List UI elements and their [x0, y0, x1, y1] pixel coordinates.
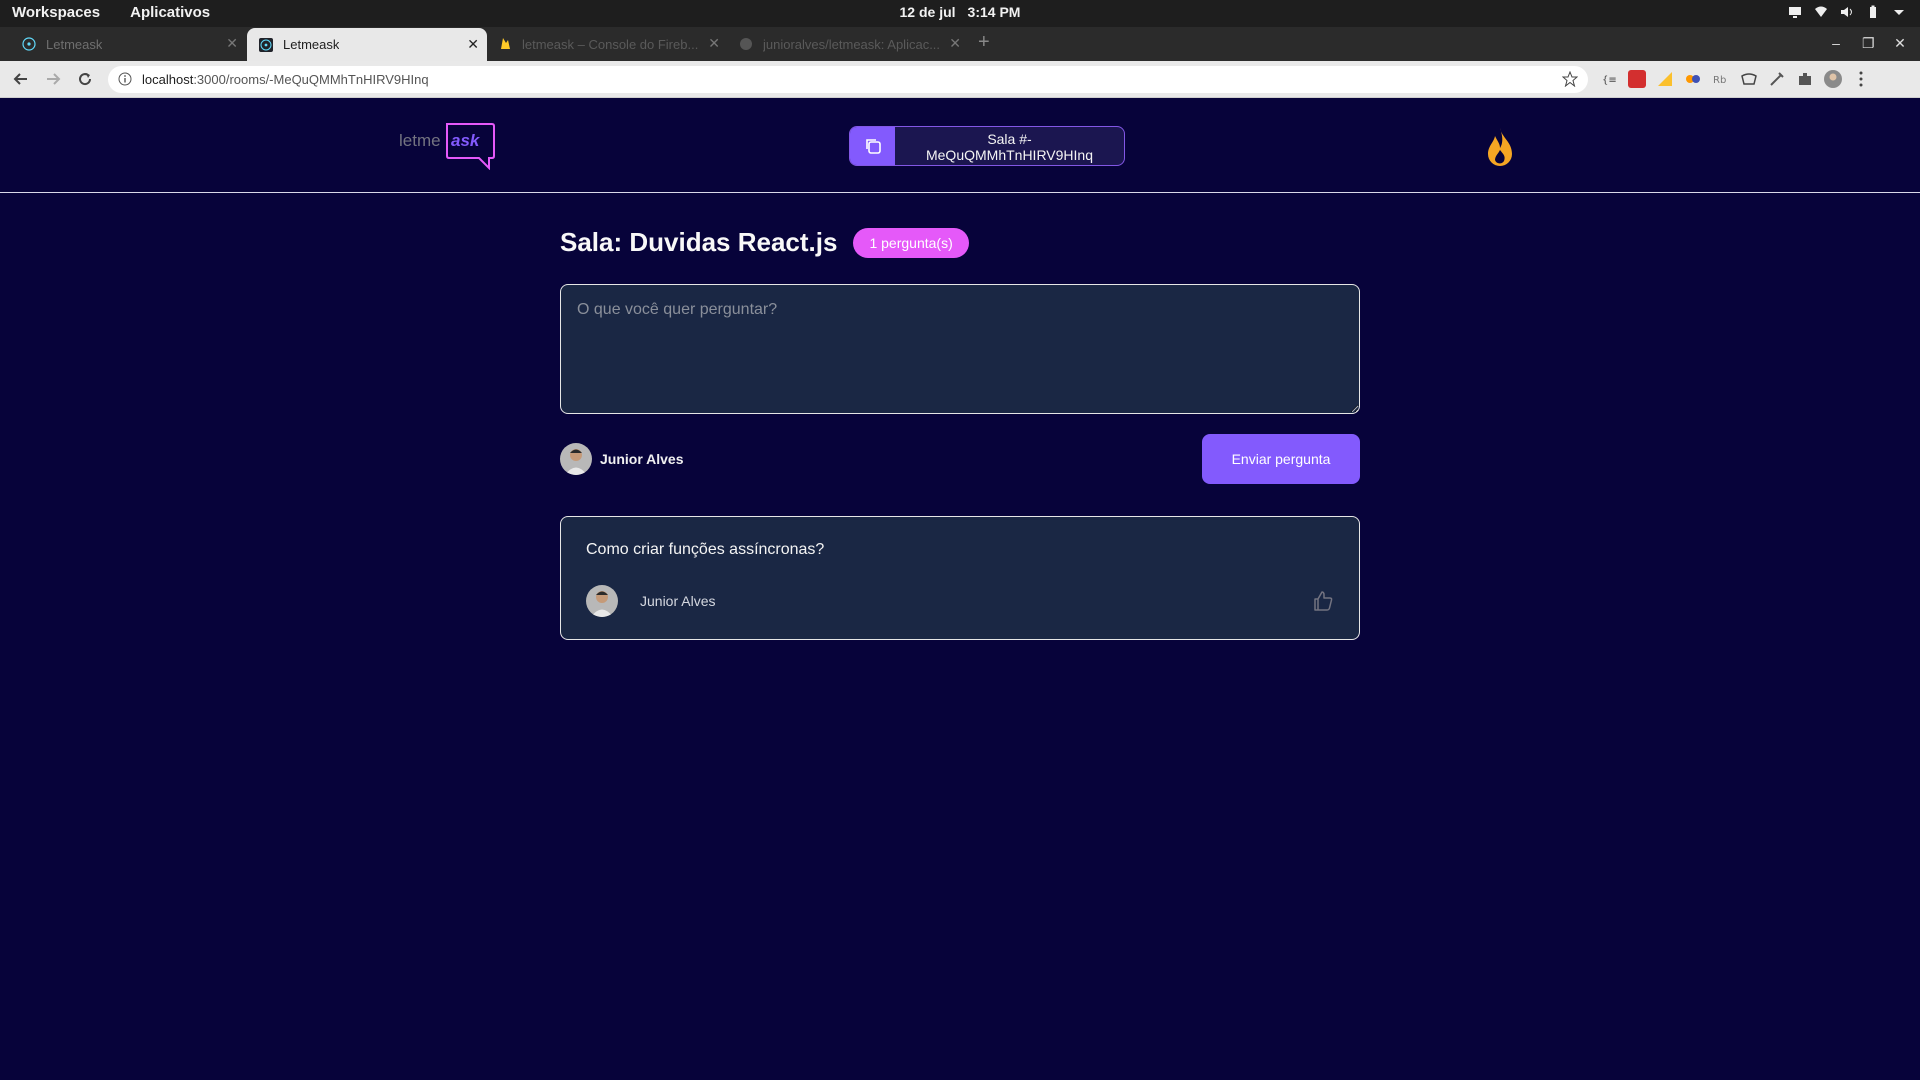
tab-title: Letmeask — [283, 37, 340, 52]
user-name: Junior Alves — [600, 451, 684, 467]
clock-time: 3:14 PM — [967, 4, 1021, 20]
browser-tab-strip: Letmeask ✕ Letmeask ✕ letmeask – Console… — [0, 27, 1920, 61]
forward-icon[interactable] — [44, 70, 62, 88]
room-code-text: Sala #- MeQuQMMhTnHIRV9HInq — [895, 127, 1124, 165]
react-icon — [22, 37, 36, 51]
logo-text-plain: letme — [399, 131, 441, 150]
browser-tab-active[interactable]: Letmeask ✕ — [247, 28, 487, 61]
address-bar[interactable]: localhost:3000/rooms/-MeQuQMMhTnHIRV9HIn… — [108, 66, 1588, 93]
room-code-line2: MeQuQMMhTnHIRV9HInq — [925, 147, 1093, 163]
user-info: Junior Alves — [560, 443, 684, 475]
new-tab-icon[interactable]: + — [978, 31, 990, 54]
url-text[interactable]: localhost:3000/rooms/-MeQuQMMhTnHIRV9HIn… — [142, 72, 429, 87]
browser-toolbar: localhost:3000/rooms/-MeQuQMMhTnHIRV9HIn… — [0, 61, 1920, 98]
extension-icon[interactable] — [1740, 70, 1758, 88]
github-icon — [740, 38, 752, 50]
page-title: Sala: Duvidas React.js — [560, 227, 838, 257]
system-top-bar: Workspaces Aplicativos 12 de jul 3:14 PM — [0, 0, 1920, 27]
screen-icon[interactable] — [1788, 5, 1802, 19]
question-form-footer: Junior Alves Enviar pergunta — [560, 434, 1360, 484]
kebab-menu-icon[interactable] — [1852, 70, 1870, 88]
firebase-icon — [501, 38, 510, 49]
close-icon[interactable]: ✕ — [949, 36, 961, 50]
avatar — [586, 585, 618, 617]
chevron-down-icon[interactable] — [1892, 5, 1906, 19]
volume-icon[interactable] — [1840, 5, 1854, 19]
bookmark-star-icon[interactable] — [1562, 71, 1578, 87]
letmeask-logo: letme ask — [399, 123, 495, 170]
clock[interactable]: 12 de jul 3:14 PM — [0, 4, 1920, 20]
svg-text:{≡}: {≡} — [1602, 75, 1618, 86]
tab-title: junioralves/letmeask: Aplicac... — [763, 36, 941, 52]
question-input[interactable] — [560, 284, 1360, 414]
thumbs-up-icon[interactable] — [1311, 589, 1335, 613]
clock-date: 12 de jul — [899, 4, 956, 20]
browser-tab[interactable]: junioralves/letmeask: Aplicac... ✕ — [729, 27, 969, 61]
extension-icon[interactable] — [1768, 70, 1786, 88]
window-close-icon[interactable]: ✕ — [1894, 35, 1906, 52]
send-question-button[interactable]: Enviar pergunta — [1202, 434, 1360, 484]
room-code-button[interactable]: Sala #- MeQuQMMhTnHIRV9HInq — [849, 126, 1125, 166]
question-count-badge: 1 pergunta(s) — [853, 227, 969, 258]
copy-icon[interactable] — [850, 127, 895, 165]
minimize-icon[interactable]: – — [1830, 35, 1842, 52]
extension-icon[interactable] — [1628, 70, 1646, 88]
url-path: :3000/rooms/-MeQuQMMhTnHIRV9HInq — [193, 72, 429, 87]
close-icon[interactable]: ✕ — [467, 37, 479, 51]
profile-avatar-icon[interactable] — [1824, 70, 1842, 88]
logo-text-accent: ask — [451, 131, 481, 150]
close-icon[interactable]: ✕ — [226, 36, 238, 50]
puzzle-icon[interactable] — [1796, 70, 1814, 88]
room-code-line1: Sala #- — [987, 131, 1032, 147]
browser-tab[interactable]: letmeask – Console do Fireb... ✕ — [488, 27, 728, 61]
extension-icon[interactable]: {≡} — [1600, 70, 1618, 88]
question-author: Junior Alves — [586, 585, 715, 617]
extension-icon[interactable] — [1684, 70, 1702, 88]
react-icon — [259, 37, 273, 52]
svg-text:Rb: Rb — [1713, 75, 1726, 86]
browser-tab[interactable]: Letmeask ✕ — [0, 27, 246, 61]
tab-title: letmeask – Console do Fireb... — [522, 36, 699, 52]
flame-icon[interactable] — [1484, 126, 1516, 168]
extension-icon[interactable] — [1656, 70, 1674, 88]
maximize-icon[interactable]: ❐ — [1862, 35, 1875, 52]
url-host: localhost — [142, 72, 194, 87]
reload-icon[interactable] — [76, 70, 94, 88]
info-icon[interactable] — [118, 72, 132, 86]
avatar — [560, 443, 592, 475]
room-title-row: Sala: Duvidas React.js 1 pergunta(s) — [560, 227, 969, 258]
tab-title: Letmeask — [46, 36, 103, 52]
question-text: Como criar funções assíncronas? — [586, 541, 825, 558]
wifi-icon[interactable] — [1814, 5, 1828, 19]
extension-icon[interactable]: Rb — [1712, 70, 1730, 88]
battery-icon[interactable] — [1866, 5, 1880, 19]
question-author-name: Junior Alves — [640, 593, 716, 609]
question-card: Como criar funções assíncronas? Junior A… — [560, 516, 1360, 640]
back-icon[interactable] — [12, 70, 30, 88]
close-icon[interactable]: ✕ — [708, 36, 720, 50]
